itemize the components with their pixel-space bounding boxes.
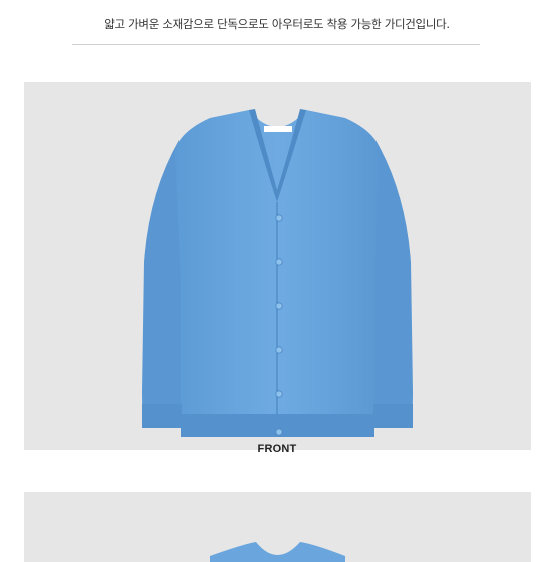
divider bbox=[72, 44, 480, 45]
product-description: 얇고 가벼운 소재감으로 단독으로도 아우터로도 착용 가능한 가디건입니다. bbox=[104, 17, 450, 31]
front-product-photo bbox=[24, 82, 531, 450]
cardigan-shoulders bbox=[210, 542, 345, 562]
front-caption: FRONT bbox=[257, 443, 297, 455]
second-product-photo bbox=[24, 492, 531, 562]
garment-label-icon bbox=[264, 126, 292, 132]
